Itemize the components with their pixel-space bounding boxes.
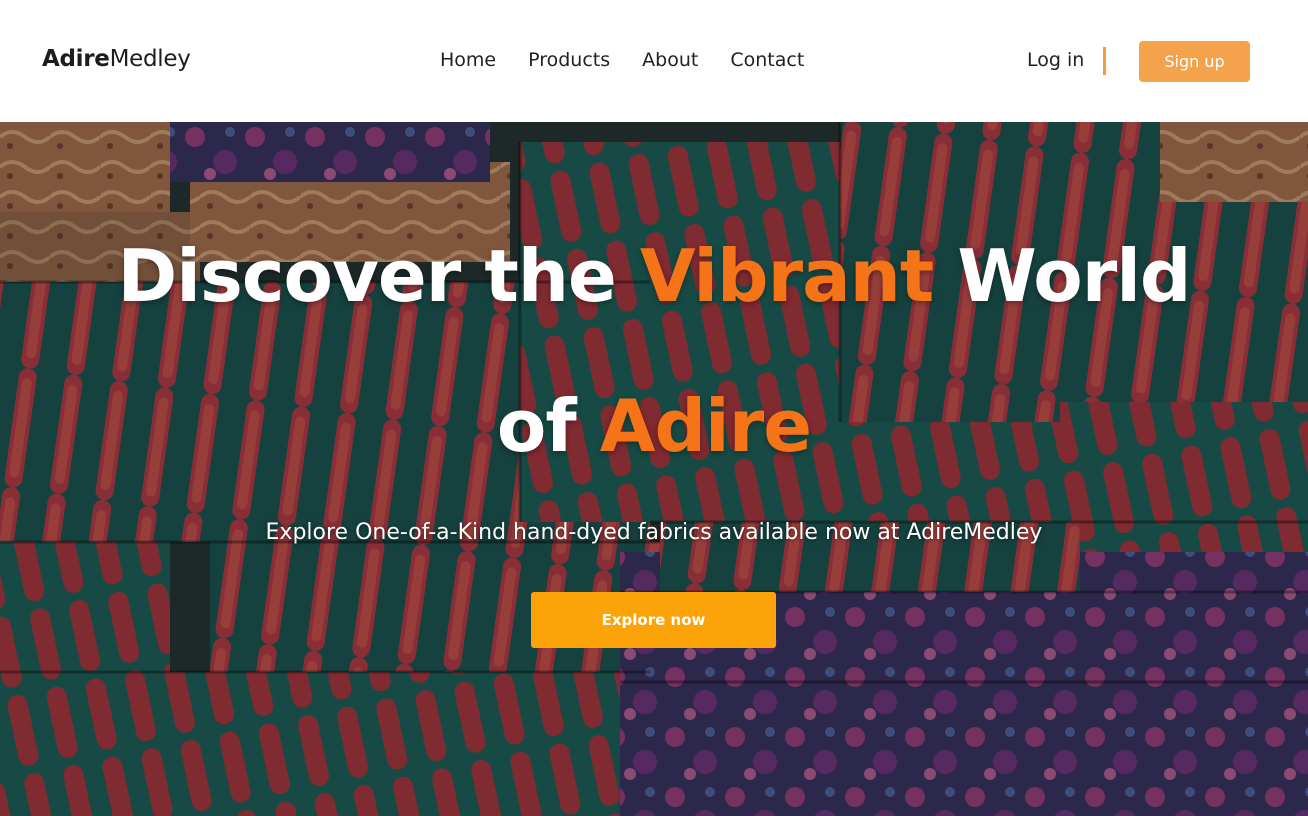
hero-headline-line1: Discover the Vibrant World [0, 234, 1308, 318]
logo[interactable]: AdireMedley [42, 46, 191, 72]
headline-text-post: World [933, 234, 1191, 318]
explore-now-button[interactable]: Explore now [531, 592, 776, 648]
signup-button[interactable]: Sign up [1139, 41, 1250, 82]
nav-about[interactable]: About [642, 49, 698, 71]
hero-headline-line2: of Adire [0, 384, 1308, 468]
nav-home[interactable]: Home [440, 49, 496, 71]
logo-bold-text: Adire [42, 46, 110, 72]
headline-accent-vibrant: Vibrant [639, 234, 934, 318]
hero-subtitle: Explore One-of-a-Kind hand-dyed fabrics … [265, 520, 1043, 545]
hero-section: Discover the Vibrant World of Adire Expl… [0, 122, 1308, 816]
headline-text-of: of [496, 384, 600, 468]
nav-contact[interactable]: Contact [730, 49, 804, 71]
headline-text-pre: Discover the [117, 234, 640, 318]
main-nav: Home Products About Contact [440, 49, 836, 71]
hero-overlay [0, 122, 1308, 816]
login-link[interactable]: Log in [1027, 49, 1084, 71]
nav-products[interactable]: Products [528, 49, 610, 71]
site-header: AdireMedley Home Products About Contact … [0, 0, 1308, 122]
headline-accent-adire: Adire [599, 384, 812, 468]
logo-light-text: Medley [109, 46, 191, 72]
header-divider [1103, 47, 1106, 75]
